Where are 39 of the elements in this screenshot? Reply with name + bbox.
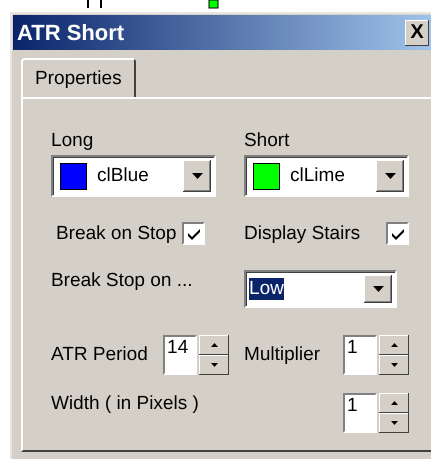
down-arrow-icon xyxy=(390,363,398,367)
checkbox[interactable] xyxy=(182,222,206,245)
checkmark-icon xyxy=(186,228,201,240)
spin-up-button[interactable] xyxy=(199,335,229,355)
spin-down-button[interactable] xyxy=(379,413,409,433)
dropdown-arrow-icon xyxy=(192,173,202,179)
field-label: ATR Period xyxy=(51,344,148,366)
tab[interactable]: Properties xyxy=(21,58,136,97)
down-arrow-icon xyxy=(210,363,218,367)
up-arrow-icon xyxy=(390,343,398,347)
down-arrow-icon xyxy=(390,421,398,425)
checkmark-icon xyxy=(390,228,404,240)
dropdown[interactable]: Low xyxy=(244,270,397,308)
spin-down-button[interactable] xyxy=(379,355,409,375)
number-field[interactable]: 14 xyxy=(163,335,197,375)
spin-up-button[interactable] xyxy=(379,335,409,355)
checkbox-label: Break on Stop xyxy=(56,222,176,244)
checkbox[interactable] xyxy=(386,222,409,245)
field-label: Multiplier xyxy=(244,344,320,366)
dropdown-arrow-icon xyxy=(384,173,396,179)
field-label: Short xyxy=(244,130,290,152)
window-title: ATR Short xyxy=(17,20,124,46)
dropdown-arrow-icon xyxy=(372,286,384,292)
dropdown-button[interactable] xyxy=(183,160,211,192)
close-button[interactable]: X xyxy=(405,20,429,46)
dropdown-button[interactable] xyxy=(364,275,392,303)
checkbox-label: Display Stairs xyxy=(244,222,360,244)
color-dropdown[interactable]: clBlue xyxy=(51,155,216,197)
spin-up-button[interactable] xyxy=(379,393,409,413)
up-arrow-icon xyxy=(210,343,218,347)
color-dropdown[interactable]: clLime xyxy=(244,155,409,197)
dropdown-button[interactable] xyxy=(376,160,404,192)
number-field[interactable]: 1 xyxy=(343,335,377,375)
field-label: Break Stop on ... xyxy=(51,270,193,292)
field-label: Long xyxy=(51,130,94,152)
field-label: Width ( in Pixels ) xyxy=(51,393,199,415)
number-field[interactable]: 1 xyxy=(343,393,377,433)
up-arrow-icon xyxy=(390,401,398,405)
spin-down-button[interactable] xyxy=(199,355,229,375)
